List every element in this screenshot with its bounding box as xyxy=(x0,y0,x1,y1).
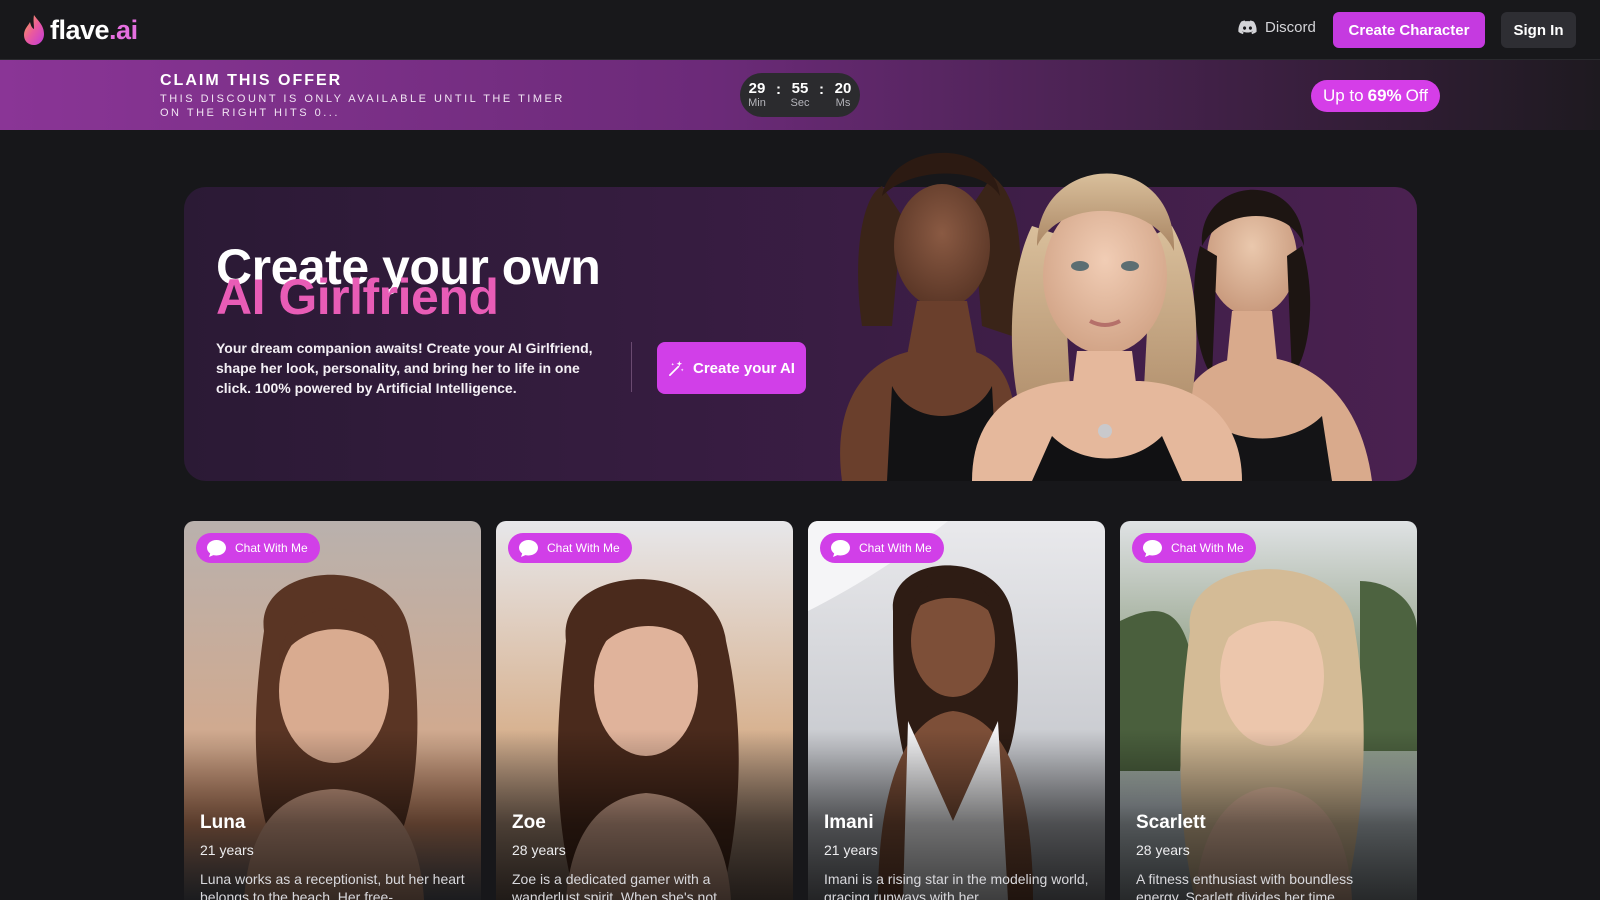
character-card-imani[interactable]: Chat With Me Imani 21 years Imani is a r… xyxy=(808,521,1105,900)
chat-with-me-label: Chat With Me xyxy=(235,541,308,555)
character-age: 28 years xyxy=(1136,842,1190,858)
magic-wand-icon xyxy=(669,360,684,376)
hero-title-line2: AI Girlfriend xyxy=(216,269,499,325)
character-card-scarlett[interactable]: Chat With Me Scarlett 28 years A fitness… xyxy=(1120,521,1417,900)
create-character-button[interactable]: Create Character xyxy=(1333,12,1485,48)
flame-logo-icon xyxy=(24,15,44,45)
character-name: Zoe xyxy=(512,812,546,833)
character-card-luna[interactable]: Chat With Me Luna 21 years Luna works as… xyxy=(184,521,481,900)
top-navbar: flave.ai Discord Create Character Sign I… xyxy=(0,0,1600,60)
chat-with-me-button[interactable]: Chat With Me xyxy=(196,533,320,563)
timer-seconds-value: 55 xyxy=(791,79,809,97)
logo-text: flave.ai xyxy=(50,14,138,45)
timer-separator: : xyxy=(819,80,824,98)
chat-bubble-icon xyxy=(519,539,538,557)
hero-description: Your dream companion awaits! Create your… xyxy=(216,340,593,396)
create-your-ai-button[interactable]: Create your AI xyxy=(657,342,806,394)
character-bio: Zoe is a dedicated gamer with a wanderlu… xyxy=(512,871,717,900)
discount-badge[interactable]: Up to 69% Off xyxy=(1311,80,1440,112)
timer-seconds-label: Sec xyxy=(790,96,810,109)
hero-models-image xyxy=(840,152,1372,481)
offer-title: CLAIM THIS OFFER xyxy=(160,72,343,89)
character-bio: A fitness enthusiast with boundless ener… xyxy=(1136,871,1354,900)
timer-ms-label: Ms xyxy=(835,96,851,109)
chat-with-me-label: Chat With Me xyxy=(859,541,932,555)
timer-separator: : xyxy=(776,80,781,98)
character-age: 28 years xyxy=(512,842,566,858)
character-name: Luna xyxy=(200,812,246,833)
discord-icon xyxy=(1238,20,1257,35)
sign-in-button[interactable]: Sign In xyxy=(1501,12,1576,48)
logo[interactable]: flave.ai xyxy=(22,14,138,46)
countdown-timer: 29 Min : 55 Sec : 20 Ms xyxy=(740,73,860,117)
chat-bubble-icon xyxy=(207,539,226,557)
character-bio: Imani is a rising star in the modeling w… xyxy=(824,871,1089,900)
discord-link[interactable]: Discord xyxy=(1238,19,1316,36)
chat-with-me-button[interactable]: Chat With Me xyxy=(820,533,944,563)
chat-bubble-icon xyxy=(831,539,850,557)
chat-with-me-label: Chat With Me xyxy=(547,541,620,555)
timer-ms: 20 Ms xyxy=(830,79,856,110)
timer-seconds: 55 Sec xyxy=(787,79,813,110)
character-card-zoe[interactable]: Chat With Me Zoe 28 years Zoe is a dedic… xyxy=(496,521,793,900)
discord-label: Discord xyxy=(1265,19,1316,36)
timer-minutes-value: 29 xyxy=(748,79,766,97)
chat-with-me-button[interactable]: Chat With Me xyxy=(508,533,632,563)
chat-with-me-label: Chat With Me xyxy=(1171,541,1244,555)
character-age: 21 years xyxy=(824,842,878,858)
character-age: 21 years xyxy=(200,842,254,858)
character-name: Scarlett xyxy=(1136,812,1206,833)
chat-bubble-icon xyxy=(1143,539,1162,557)
character-name: Imani xyxy=(824,812,874,833)
discount-prefix: Up to xyxy=(1322,86,1364,105)
create-your-ai-label: Create your AI xyxy=(693,359,795,377)
offer-subtitle: THIS DISCOUNT IS ONLY AVAILABLE UNTIL TH… xyxy=(160,93,565,119)
timer-minutes: 29 Min xyxy=(744,79,770,110)
discount-value: 69% xyxy=(1367,86,1402,105)
hero-divider xyxy=(631,342,632,392)
character-bio: Luna works as a receptionist, but her he… xyxy=(200,871,465,900)
discount-suffix: Off xyxy=(1405,86,1429,105)
chat-with-me-button[interactable]: Chat With Me xyxy=(1132,533,1256,563)
timer-ms-value: 20 xyxy=(834,79,852,97)
timer-minutes-label: Min xyxy=(748,96,766,109)
